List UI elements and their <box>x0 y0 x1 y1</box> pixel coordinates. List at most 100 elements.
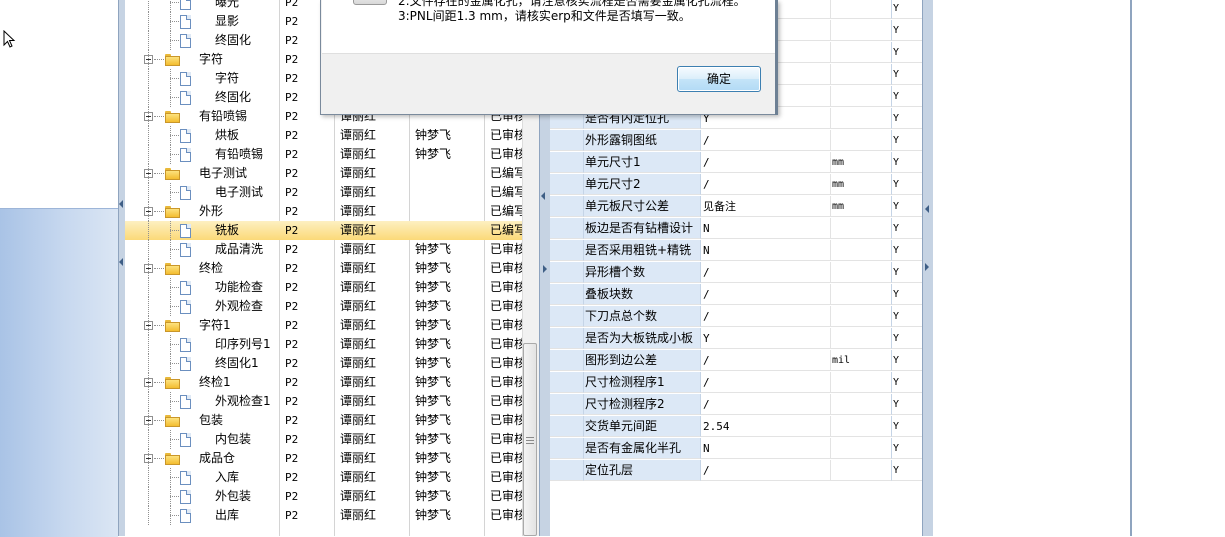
tree-cell-author: 谭丽红 <box>340 318 377 332</box>
tree-cell-version: P2 <box>285 262 299 275</box>
document-icon <box>180 34 191 48</box>
tree-cell-status: 已编写 <box>490 185 522 199</box>
tree-cell-reviewer: 钟梦飞 <box>415 128 452 142</box>
grid-row[interactable]: 交货单元间距 2.54 Y <box>550 416 922 438</box>
grid-row[interactable]: 外形露铜图纸 / Y <box>550 130 922 152</box>
grid-row[interactable]: 单元板尺寸公差 见备注 mm Y <box>550 196 922 218</box>
tree-row[interactable]: 包装 P2 谭丽红 钟梦飞 已审核 <box>125 411 522 430</box>
tree-cell-status: 已审核 <box>490 470 522 484</box>
tree-row[interactable]: 有铅喷锡 P2 谭丽红 钟梦飞 已审核 <box>125 145 522 164</box>
grid-row[interactable]: 是否为大板铣成小板 Y Y <box>550 328 922 350</box>
tree-row[interactable]: 外包装 P2 谭丽红 钟梦飞 已审核 <box>125 487 522 506</box>
tree-row[interactable]: 印序列号1 P2 谭丽红 钟梦飞 已审核 <box>125 335 522 354</box>
tree-row[interactable]: 电子测试 P2 谭丽红 已编写 <box>125 164 522 183</box>
tree-cell-author: 谭丽红 <box>340 147 377 161</box>
tree-node-label: 终检 <box>199 261 224 275</box>
grid-row[interactable]: 定位孔层 / Y <box>550 460 922 482</box>
tree-row[interactable]: 出库 P2 谭丽红 钟梦飞 已审核 <box>125 506 522 525</box>
tree-node-label: 成品清洗 <box>215 242 264 256</box>
grid-param-value[interactable]: / <box>701 284 831 305</box>
tree-node-label: 终固化 <box>215 90 252 104</box>
grid-row[interactable]: 叠板块数 / Y <box>550 284 922 306</box>
grid-param-unit <box>831 284 892 305</box>
grid-row-header <box>550 394 584 415</box>
tree-cell-reviewer: 钟梦飞 <box>415 242 452 256</box>
grid-row[interactable]: 板边是否有钻槽设计 N Y <box>550 218 922 240</box>
grid-param-value[interactable]: / <box>701 372 831 393</box>
grid-param-flag: Y <box>892 218 922 239</box>
tree-row[interactable]: 终检1 P2 谭丽红 钟梦飞 已审核 <box>125 373 522 392</box>
grid-param-unit <box>831 218 892 239</box>
grid-row[interactable]: 异形槽个数 / Y <box>550 262 922 284</box>
grid-row[interactable]: 尺寸检测程序2/ Y <box>550 394 922 416</box>
grid-param-value[interactable]: / <box>701 394 831 415</box>
expand-middle-arrow-icon[interactable] <box>543 265 547 273</box>
grid-param-value[interactable]: / <box>701 262 831 283</box>
tree-row[interactable]: 外观检查1 P2 谭丽红 钟梦飞 已审核 <box>125 392 522 411</box>
tree-row[interactable]: 功能检查 P2 谭丽红 钟梦飞 已审核 <box>125 278 522 297</box>
tree-row[interactable]: 终固化1 P2 谭丽红 钟梦飞 已审核 <box>125 354 522 373</box>
tree-cell-status: 已审核 <box>490 394 522 408</box>
grid-param-value[interactable]: / <box>701 130 831 151</box>
grid-row[interactable]: 下刀点总个数 / Y <box>550 306 922 328</box>
document-icon <box>180 471 191 485</box>
document-icon <box>180 148 191 162</box>
grid-row-header <box>550 196 584 217</box>
dialog-message-line-3: 3:PNL间距1.3 mm，请核实erp和文件是否填写一致。 <box>398 9 691 23</box>
tree-row[interactable]: 外观检查 P2 谭丽红 钟梦飞 已审核 <box>125 297 522 316</box>
grid-row[interactable]: 是否采用粗铣+精铣 N Y <box>550 240 922 262</box>
tree-row[interactable]: 入库 P2 谭丽红 钟梦飞 已审核 <box>125 468 522 487</box>
grid-param-flag: Y <box>892 438 922 459</box>
tree-node-label: 出库 <box>215 508 240 522</box>
grid-param-value[interactable]: / <box>701 460 831 481</box>
ok-button[interactable]: 确定 <box>677 66 761 92</box>
tree-row[interactable]: 成品清洗 P2 谭丽红 钟梦飞 已审核 <box>125 240 522 259</box>
grid-param-value[interactable]: N <box>701 240 831 261</box>
collapse-left-arrow-icon[interactable] <box>119 200 123 208</box>
tree-cell-status: 已编写 <box>490 166 522 180</box>
grid-param-value[interactable]: Y <box>701 328 831 349</box>
tree-cell-author: 谭丽红 <box>340 337 377 351</box>
tree-row[interactable]: 铣板 P2 谭丽红 已编写 <box>125 221 522 240</box>
tree-row[interactable]: 烘板 P2 谭丽红 钟梦飞 已审核 <box>125 126 522 145</box>
grid-row[interactable]: 单元尺寸1/mm Y <box>550 152 922 174</box>
grid-param-value[interactable]: N <box>701 438 831 459</box>
desktop-background <box>0 208 118 537</box>
grid-param-unit <box>831 86 892 107</box>
grid-param-unit <box>831 394 892 415</box>
tree-cell-status: 已审核 <box>490 280 522 294</box>
tree-cell-version: P2 <box>285 243 299 256</box>
grid-row[interactable]: 尺寸检测程序1/ Y <box>550 372 922 394</box>
grid-param-value[interactable]: / <box>701 306 831 327</box>
tree-cell-status: 已审核 <box>490 375 522 389</box>
tree-cell-author: 谭丽红 <box>340 299 377 313</box>
document-icon <box>180 0 191 10</box>
expand-right-arrow-icon[interactable] <box>925 263 929 271</box>
tree-node-label: 字符 <box>215 71 240 85</box>
grid-param-flag: Y <box>892 416 922 437</box>
grid-param-value[interactable]: 2.54 <box>701 416 831 437</box>
tree-node-label: 有铅喷锡 <box>199 109 248 123</box>
collapse-right-arrow-icon[interactable] <box>925 205 929 213</box>
tree-row[interactable]: 终检 P2 谭丽红 钟梦飞 已审核 <box>125 259 522 278</box>
grid-row[interactable]: 单元尺寸2/mm Y <box>550 174 922 196</box>
grid-param-value[interactable]: / <box>701 174 831 195</box>
grid-param-value[interactable]: / <box>701 152 831 173</box>
grid-param-value[interactable]: N <box>701 218 831 239</box>
tree-row[interactable]: 外形 P2 谭丽红 已编写 <box>125 202 522 221</box>
collapse-left-arrow-icon-2[interactable] <box>119 258 123 266</box>
tree-cell-version: P2 <box>285 300 299 313</box>
collapse-middle-arrow-icon[interactable] <box>541 192 545 200</box>
document-icon <box>180 509 191 523</box>
folder-icon <box>165 168 180 180</box>
tree-row[interactable]: 电子测试 P2 谭丽红 已编写 <box>125 183 522 202</box>
grid-row[interactable]: 是否有金属化半孔 N Y <box>550 438 922 460</box>
tree-cell-version: P2 <box>285 186 299 199</box>
grid-param-value[interactable]: 见备注 <box>701 196 831 217</box>
grid-param-value[interactable]: / <box>701 350 831 371</box>
tree-row[interactable]: 成品仓 P2 谭丽红 钟梦飞 已审核 <box>125 449 522 468</box>
grid-param-unit <box>831 64 892 85</box>
tree-row[interactable]: 内包装 P2 谭丽红 钟梦飞 已审核 <box>125 430 522 449</box>
grid-row[interactable]: 图形到边公差 / mil Y <box>550 350 922 372</box>
tree-row[interactable]: 字符1 P2 谭丽红 钟梦飞 已审核 <box>125 316 522 335</box>
